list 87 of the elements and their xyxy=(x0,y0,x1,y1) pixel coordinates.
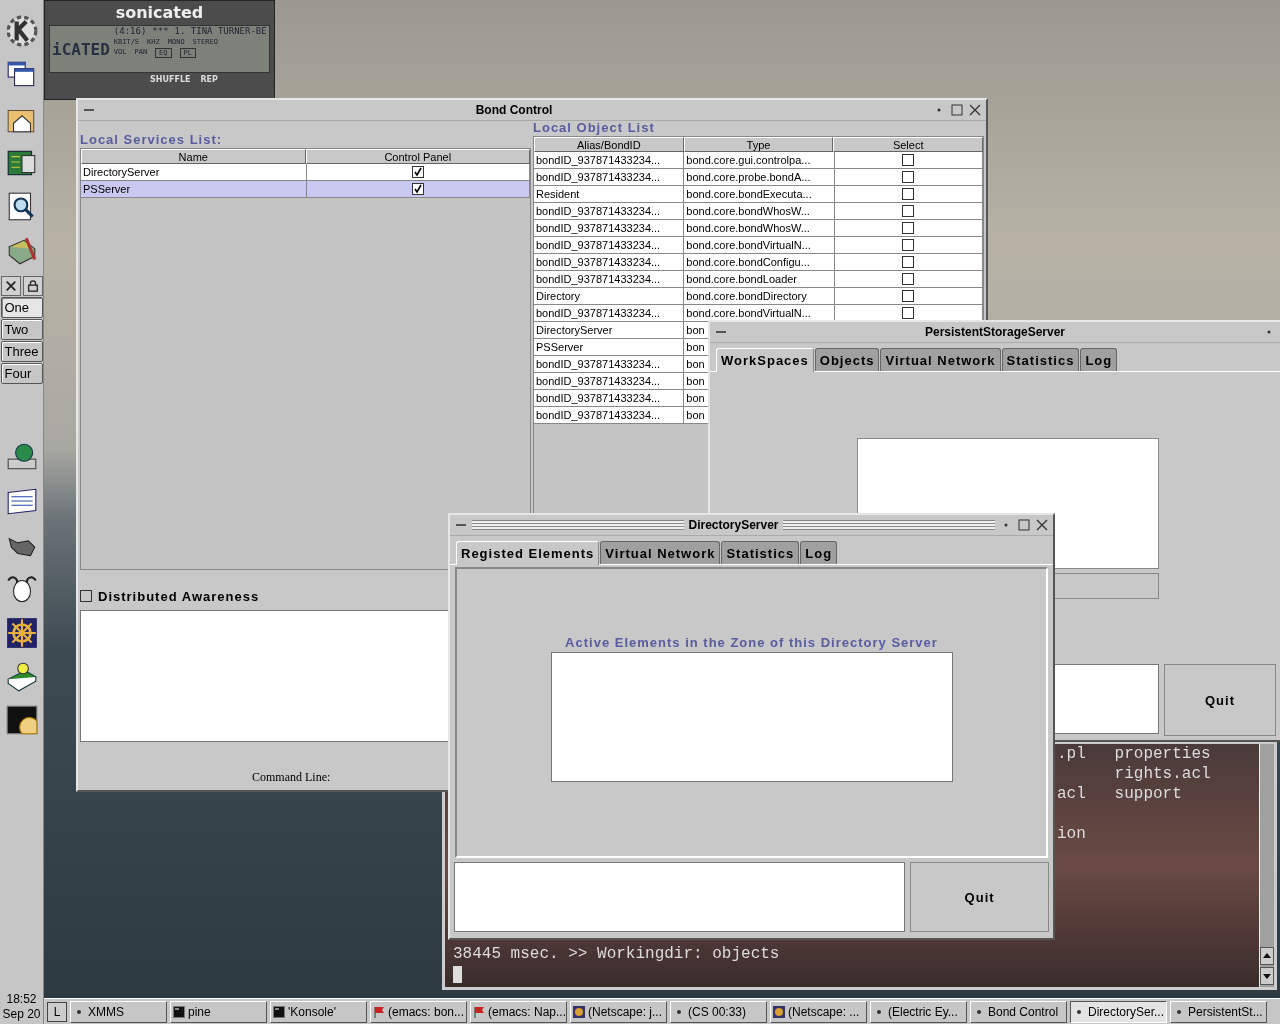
cross-icon xyxy=(4,280,17,292)
window-title: PersistentStorageServer xyxy=(923,325,1067,339)
menu-button[interactable]: L xyxy=(47,1001,67,1022)
close-icon[interactable] xyxy=(968,103,982,117)
track-time: (4:16) xyxy=(113,26,147,36)
clock-date: Sep 20 xyxy=(2,1007,41,1022)
checkbox-label: Distributed Awareness xyxy=(98,588,260,604)
checkbox[interactable] xyxy=(902,290,915,302)
desktop-button[interactable]: One xyxy=(0,297,43,318)
desktop-button[interactable]: Four xyxy=(0,363,43,384)
tab[interactable]: Registed Elements xyxy=(456,541,600,565)
shuffle-button[interactable]: SHUFFLE xyxy=(150,75,191,84)
tab[interactable]: Statistics xyxy=(721,541,800,564)
task-button[interactable]: XMMS xyxy=(70,1000,167,1023)
table-cell: PSServer xyxy=(81,181,307,198)
player-logo: iCATED xyxy=(52,39,110,59)
checkbox[interactable] xyxy=(902,307,915,319)
table-row[interactable]: DirectoryServer xyxy=(81,164,530,181)
lock-icon xyxy=(26,280,39,292)
column-header[interactable]: Alias/BondID xyxy=(534,137,684,152)
track-rating: *** xyxy=(152,26,169,36)
table-cell: bondID_937871433234... xyxy=(534,407,685,424)
task-button[interactable]: Bond Control xyxy=(970,1000,1067,1023)
quit-button[interactable]: Quit xyxy=(1164,664,1276,736)
close-icon[interactable] xyxy=(1035,518,1049,532)
checkbox[interactable] xyxy=(902,222,915,234)
ship-wheel-icon[interactable] xyxy=(4,616,39,650)
flag-icon xyxy=(373,1005,385,1018)
checkbox[interactable] xyxy=(902,239,915,251)
scroll-down-icon[interactable] xyxy=(1260,967,1274,985)
k-gear-icon[interactable] xyxy=(4,14,39,48)
column-header[interactable]: Name xyxy=(81,149,306,164)
track-title: 1. TINA TURNER-BE xyxy=(174,26,267,36)
terminal-text: 38445 msec. >> Workingdir: objects xyxy=(453,944,781,964)
tab[interactable]: Objects xyxy=(814,348,880,371)
checkbox[interactable] xyxy=(411,183,424,195)
tab[interactable]: Log xyxy=(1080,348,1118,371)
column-header[interactable]: Control Panel xyxy=(305,149,530,164)
desktop-button[interactable]: Three xyxy=(0,341,43,362)
checkbox[interactable] xyxy=(902,256,915,268)
column-header[interactable]: Select xyxy=(833,137,983,152)
player-title: sonicated xyxy=(115,2,204,22)
checkbox[interactable] xyxy=(902,154,915,166)
tab[interactable]: Virtual Network xyxy=(880,348,1001,371)
section-label: Local Object List xyxy=(533,120,656,136)
task-button[interactable]: (emacs: bon... xyxy=(370,1000,467,1023)
table-row[interactable]: PSServer xyxy=(81,181,530,198)
task-button[interactable]: (Netscape: ... xyxy=(770,1000,867,1023)
terminal-icon xyxy=(273,1005,285,1018)
checkbox[interactable] xyxy=(902,188,915,200)
field-label: Command Line: xyxy=(252,770,332,785)
column-header[interactable]: Type xyxy=(683,137,834,152)
flag-icon xyxy=(473,1005,485,1018)
section-label: Local Services List: xyxy=(80,132,224,148)
checkbox[interactable] xyxy=(902,273,915,285)
quit-button[interactable]: Quit xyxy=(910,862,1049,932)
task-button[interactable]: (emacs: Nap... xyxy=(470,1000,567,1023)
logout-button[interactable] xyxy=(0,276,21,296)
desktop-button[interactable]: Two xyxy=(0,319,43,340)
terminal-text: .pl properties rights.acl acl support ion xyxy=(1057,744,1211,844)
task-button[interactable]: DirectorySer... xyxy=(1070,1000,1167,1023)
list-box[interactable] xyxy=(550,652,953,782)
tab[interactable]: Virtual Network xyxy=(600,541,721,564)
tab[interactable]: WorkSpaces xyxy=(716,348,814,372)
task-button[interactable]: (Netscape: j... xyxy=(570,1000,667,1023)
checkbox[interactable] xyxy=(902,205,915,217)
task-button[interactable]: pine xyxy=(170,1000,267,1023)
task-button[interactable]: PersistentSt... xyxy=(1170,1000,1267,1023)
repeat-button[interactable]: REP xyxy=(200,75,218,84)
window-title: DirectoryServer xyxy=(688,518,779,532)
checkbox[interactable] xyxy=(80,590,92,602)
tab[interactable]: Statistics xyxy=(1001,348,1080,371)
tab[interactable]: Log xyxy=(800,541,838,564)
terminal-icon xyxy=(173,1005,185,1018)
task-button[interactable]: (Electric Ey... xyxy=(870,1000,967,1023)
window-title: Bond Control xyxy=(474,103,554,117)
task-button[interactable]: (CS 00:33) xyxy=(670,1000,767,1023)
clock-time: 18:52 xyxy=(6,992,37,1007)
scroll-bar[interactable] xyxy=(1259,744,1274,987)
lock-button[interactable] xyxy=(22,276,43,296)
scroll-up-icon[interactable] xyxy=(1260,947,1274,965)
task-button[interactable]: 'Konsole' xyxy=(270,1000,367,1023)
input-field[interactable] xyxy=(454,862,906,932)
checkbox[interactable] xyxy=(902,171,915,183)
list-label: Active Elements in the Zone of this Directory Server xyxy=(565,635,938,651)
text-cursor xyxy=(453,966,462,983)
checkbox[interactable] xyxy=(411,166,424,178)
